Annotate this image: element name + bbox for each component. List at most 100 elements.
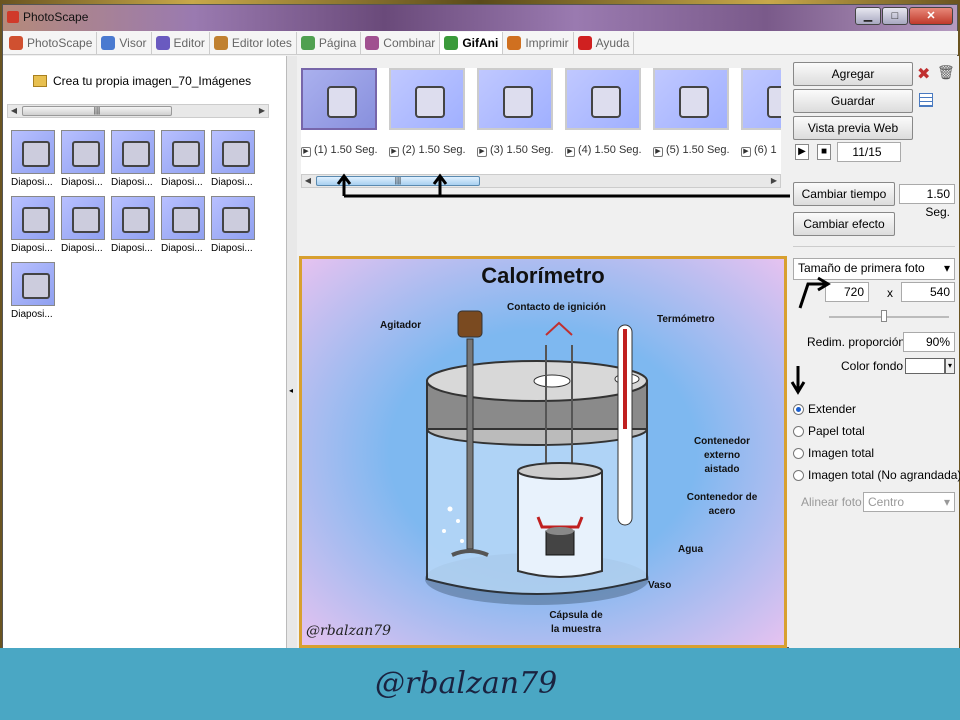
menu-gifani[interactable]: GifAni xyxy=(440,31,504,54)
thumbnail-image xyxy=(161,196,205,240)
thumbnail-item[interactable]: Diaposi... xyxy=(11,262,61,328)
menu-photoscape[interactable]: PhotoScape xyxy=(5,31,98,54)
frame-label: ▶ (2) 1.50 Seg. xyxy=(389,144,475,157)
thumbnail-item[interactable]: Diaposi... xyxy=(11,196,61,262)
frame-label: ▶ (1) 1.50 Seg. xyxy=(301,144,387,157)
window-title: PhotoScape xyxy=(23,10,89,24)
label-vaso: Vaso xyxy=(648,580,672,591)
thumbnail-item[interactable]: Diaposi... xyxy=(111,196,161,262)
menu-editor-lotes[interactable]: Editor lotes xyxy=(210,31,297,54)
frames-scroll-left-icon[interactable]: ◀ xyxy=(302,175,314,187)
frame-item[interactable]: ▶ (2) 1.50 Seg. xyxy=(389,68,475,157)
radio-option[interactable]: Imagen total (No agrandada) xyxy=(793,468,960,482)
thumbnail-item[interactable]: Diaposi... xyxy=(161,130,211,196)
radio-option[interactable]: Extender xyxy=(793,402,960,416)
redim-input[interactable]: 90% xyxy=(903,332,955,352)
thumbnail-image xyxy=(211,196,255,240)
tree-horizontal-scrollbar[interactable]: ◀ ||| ▶ xyxy=(7,104,269,118)
scroll-right-icon[interactable]: ▶ xyxy=(256,105,268,117)
thumbnail-image xyxy=(11,262,55,306)
delete-icon[interactable]: ✖ xyxy=(917,64,930,84)
menu-editor[interactable]: Editor xyxy=(152,31,210,54)
page-icon xyxy=(300,35,315,50)
guardar-button[interactable]: Guardar xyxy=(793,89,913,113)
scroll-left-icon[interactable]: ◀ xyxy=(8,105,20,117)
label-contenedor-externo: Contenedor externo aistado xyxy=(693,436,751,475)
thumbnail-item[interactable]: Diaposi... xyxy=(61,196,111,262)
alinear-chevron-icon: ▾ xyxy=(943,495,950,509)
tree-scroll-thumb[interactable]: ||| xyxy=(22,106,172,116)
thumbnail-item[interactable]: Diaposi... xyxy=(211,196,261,262)
folder-label[interactable]: Crea tu propia imagen_70_Imágenes xyxy=(53,74,251,88)
trash-icon[interactable]: 🗑 xyxy=(937,64,955,81)
maximize-button[interactable]: □ xyxy=(882,7,908,25)
thumbnail-item[interactable]: Diaposi... xyxy=(11,130,61,196)
vista-previa-button[interactable]: Vista previa Web xyxy=(793,116,913,140)
color-dropdown-icon[interactable]: ▾ xyxy=(945,358,955,374)
cambiar-efecto-button[interactable]: Cambiar efecto xyxy=(793,212,895,236)
radio-option[interactable]: Papel total xyxy=(793,424,960,438)
frame-play-icon[interactable]: ▶ xyxy=(653,147,663,157)
combine-icon xyxy=(365,35,380,50)
frame-play-icon[interactable]: ▶ xyxy=(741,147,751,157)
menu-ayuda[interactable]: Ayuda xyxy=(574,31,635,54)
frame-thumbnail xyxy=(653,68,729,130)
frame-item[interactable]: ▶ (6) 1 xyxy=(741,68,781,157)
frame-item[interactable]: ▶ (4) 1.50 Seg. xyxy=(565,68,651,157)
menu-bar: PhotoScape Visor Editor Editor lotes Página C… xyxy=(3,31,958,55)
frame-item[interactable]: ▶ (3) 1.50 Seg. xyxy=(477,68,563,157)
list-icon[interactable] xyxy=(919,93,933,107)
thumbnail-item[interactable]: Diaposi... xyxy=(211,130,261,196)
frame-item[interactable]: ▶ (5) 1.50 Seg. xyxy=(653,68,739,157)
radio-option[interactable]: Imagen total xyxy=(793,446,960,460)
thumbnail-item[interactable]: Diaposi... xyxy=(161,196,211,262)
agregar-button[interactable]: Agregar xyxy=(793,62,913,86)
size-separator: x xyxy=(887,286,893,300)
thumbnail-item[interactable]: Diaposi... xyxy=(61,130,111,196)
frame-label: ▶ (4) 1.50 Seg. xyxy=(565,144,651,157)
file-browser-panel: Crea tu propia imagen_70_Imágenes ◀ ||| … xyxy=(3,56,287,649)
frame-play-icon[interactable]: ▶ xyxy=(301,147,311,157)
settings-panel: Agregar ✖ 🗑 Guardar Vista previa Web ▶ ■… xyxy=(789,56,960,649)
width-input[interactable]: 720 xyxy=(825,282,869,302)
menu-página[interactable]: Página xyxy=(297,31,362,54)
frame-play-icon[interactable]: ▶ xyxy=(389,147,399,157)
alinear-dropdown[interactable]: Centro ▾ xyxy=(863,492,955,512)
thumbnail-item[interactable]: Diaposi... xyxy=(111,130,161,196)
cambiar-tiempo-button[interactable]: Cambiar tiempo xyxy=(793,182,895,206)
height-input[interactable]: 540 xyxy=(901,282,955,302)
thumbnail-image xyxy=(111,196,155,240)
menu-combinar[interactable]: Combinar xyxy=(361,31,441,54)
menu-label: GifAni xyxy=(462,35,499,50)
frame-scroll-thumb[interactable]: ||| xyxy=(316,176,480,186)
play-icon[interactable]: ▶ xyxy=(795,144,809,160)
frame-duration-label: (6) 1 xyxy=(754,144,777,156)
size-slider[interactable] xyxy=(829,316,949,318)
frame-strip-scrollbar[interactable]: ◀ ||| ▶ xyxy=(301,174,781,188)
radio-button[interactable] xyxy=(793,447,804,459)
viewer-icon xyxy=(101,35,116,50)
frame-play-icon[interactable]: ▶ xyxy=(565,147,575,157)
tiempo-value[interactable]: 1.50 Seg. xyxy=(899,184,955,219)
size-slider-handle[interactable] xyxy=(881,310,887,322)
color-swatch[interactable] xyxy=(905,358,945,374)
frames-scroll-right-icon[interactable]: ▶ xyxy=(768,175,780,187)
frame-play-icon[interactable]: ▶ xyxy=(477,147,487,157)
radio-button[interactable] xyxy=(793,425,804,437)
radio-button[interactable] xyxy=(793,403,804,415)
size-dropdown[interactable]: Tamaño de primera foto ▾ xyxy=(793,258,955,280)
close-button[interactable]: ✕ xyxy=(909,7,953,25)
stop-icon[interactable]: ■ xyxy=(817,144,831,160)
menu-label: Editor lotes xyxy=(231,35,292,50)
thumbnail-image xyxy=(111,130,155,174)
menu-visor[interactable]: Visor xyxy=(97,31,152,54)
collapse-arrow-icon[interactable]: ◂ xyxy=(289,386,293,395)
photoscape-icon xyxy=(9,35,23,50)
menu-imprimir[interactable]: Imprimir xyxy=(503,31,574,54)
radio-button[interactable] xyxy=(793,469,804,481)
gif-preview-canvas: Calorímetro Agitador Contacto de ignició… xyxy=(299,256,787,648)
minimize-button[interactable]: ▁ xyxy=(855,7,881,25)
panel-splitter[interactable]: ◂ xyxy=(287,56,297,649)
folder-icon xyxy=(33,75,47,87)
frame-item[interactable]: ▶ (1) 1.50 Seg. xyxy=(301,68,387,157)
